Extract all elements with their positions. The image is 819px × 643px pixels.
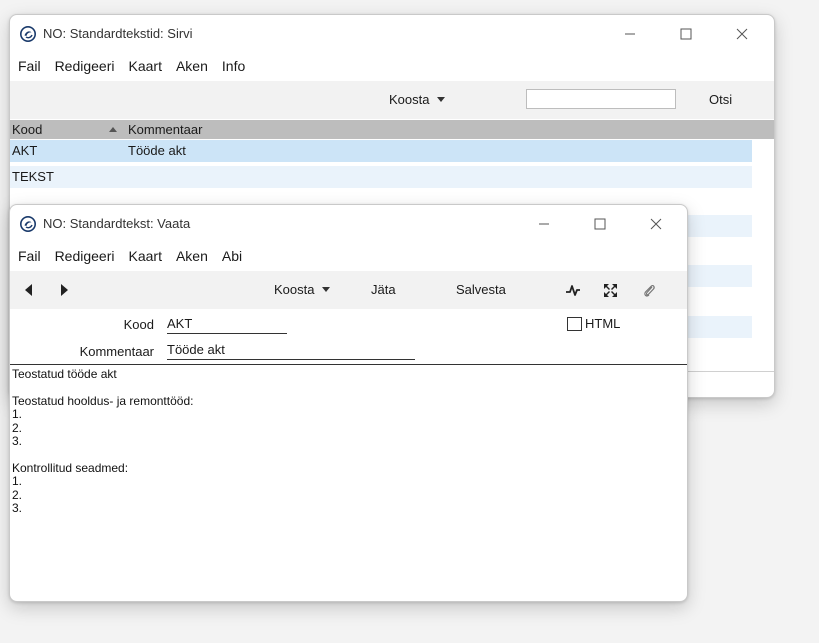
record-toolbar: Koosta Jäta Salvesta: [10, 271, 687, 309]
menu-kaart[interactable]: Kaart: [121, 248, 168, 264]
chevron-down-icon: [322, 287, 331, 292]
html-label: HTML: [585, 316, 621, 331]
salvesta-label: Salvesta: [456, 282, 506, 297]
paperclip-icon: [644, 284, 655, 297]
menu-fail[interactable]: Fail: [10, 58, 47, 74]
browse-window-title: NO: Standardtekstid: Sirvi: [43, 26, 193, 41]
menu-aken[interactable]: Aken: [168, 58, 214, 74]
next-record-button[interactable]: [60, 284, 68, 296]
minimize-icon: [625, 33, 635, 35]
close-icon: [736, 28, 748, 40]
record-window: NO: Standardtekst: Vaata Fail Redigeeri …: [9, 204, 688, 602]
kood-field[interactable]: AKT: [167, 316, 287, 334]
maximize-icon: [594, 218, 606, 230]
table-row[interactable]: TEKST: [10, 166, 752, 188]
column-kood[interactable]: Kood: [12, 122, 42, 137]
attachment-button[interactable]: [642, 282, 656, 298]
close-button[interactable]: [633, 205, 679, 243]
row-kommentaar: Tööde akt: [128, 143, 186, 158]
close-button[interactable]: [719, 15, 765, 53]
body-text-area[interactable]: Teostatud tööde akt Teostatud hooldus- j…: [10, 367, 687, 593]
menu-abi[interactable]: Abi: [214, 248, 248, 264]
kommentaar-label: Kommentaar: [79, 344, 154, 359]
menu-kaart[interactable]: Kaart: [121, 58, 168, 74]
app-logo-icon: [20, 216, 36, 232]
browse-titlebar[interactable]: NO: Standardtekstid: Sirvi: [10, 15, 774, 53]
html-checkbox[interactable]: [567, 317, 582, 331]
search-input[interactable]: [526, 89, 676, 109]
browse-toolbar: Koosta Otsi: [10, 81, 774, 119]
pulse-icon: [566, 285, 580, 296]
jata-label: Jäta: [371, 282, 396, 297]
menu-redigeeri[interactable]: Redigeeri: [47, 58, 121, 74]
maximize-button[interactable]: [663, 15, 709, 53]
minimize-icon: [539, 223, 549, 225]
column-kommentaar[interactable]: Kommentaar: [128, 122, 202, 137]
record-window-title: NO: Standardtekst: Vaata: [43, 216, 191, 231]
menu-aken[interactable]: Aken: [168, 248, 214, 264]
row-kood: TEKST: [12, 169, 54, 184]
menu-info[interactable]: Info: [214, 58, 251, 74]
otsi-button[interactable]: Otsi: [709, 92, 732, 107]
text-divider: [10, 364, 687, 365]
kood-label: Kood: [123, 317, 154, 332]
close-icon: [650, 218, 662, 230]
expand-icon: [604, 284, 617, 297]
menu-redigeeri[interactable]: Redigeeri: [47, 248, 121, 264]
table-row[interactable]: AKT Tööde akt: [10, 140, 752, 162]
app-logo-icon: [20, 26, 36, 42]
jata-button[interactable]: Jäta: [371, 282, 396, 297]
kommentaar-field[interactable]: Tööde akt: [167, 342, 415, 360]
salvesta-button[interactable]: Salvesta: [456, 282, 506, 297]
previous-record-button[interactable]: [25, 284, 33, 296]
chevron-down-icon: [437, 97, 446, 102]
maximize-icon: [680, 28, 692, 40]
minimize-button[interactable]: [607, 15, 653, 53]
koosta-button[interactable]: Koosta: [389, 92, 446, 107]
koosta-button[interactable]: Koosta: [274, 282, 331, 297]
koosta-label: Koosta: [274, 282, 315, 297]
maximize-button[interactable]: [577, 205, 623, 243]
menu-fail[interactable]: Fail: [10, 248, 47, 264]
record-titlebar[interactable]: NO: Standardtekst: Vaata: [10, 205, 687, 243]
arrow-left-icon: [25, 284, 32, 296]
sort-ascending-icon: [109, 127, 117, 132]
browse-menubar: Fail Redigeeri Kaart Aken Info: [10, 55, 774, 77]
record-menubar: Fail Redigeeri Kaart Aken Abi: [10, 245, 687, 267]
expand-button[interactable]: [603, 283, 618, 298]
otsi-label: Otsi: [709, 92, 733, 107]
koosta-label: Koosta: [389, 92, 430, 107]
minimize-button[interactable]: [521, 205, 567, 243]
activity-button[interactable]: [565, 283, 581, 297]
column-header: Kood Kommentaar: [10, 120, 774, 139]
arrow-right-icon: [61, 284, 68, 296]
row-kood: AKT: [12, 143, 38, 158]
